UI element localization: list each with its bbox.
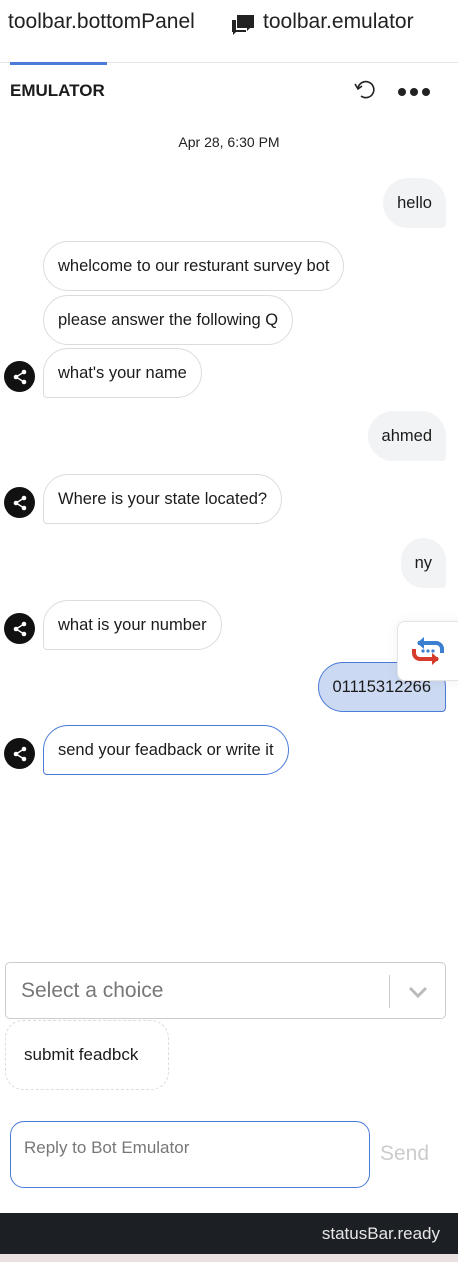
bot-avatar-share-icon (4, 361, 35, 392)
tab-bottom-panel[interactable]: toolbar.bottomPanel (8, 10, 195, 34)
send-button[interactable]: Send (380, 1142, 429, 1166)
more-icon[interactable] (396, 85, 432, 103)
bot-avatar-share-icon (4, 738, 35, 769)
bot-avatar-share-icon (4, 613, 35, 644)
emulator-title: EMULATOR (10, 81, 105, 100)
active-tab-indicator (10, 62, 107, 65)
bottom-strip (0, 1254, 458, 1262)
bot-message-selected[interactable]: send your feadback or write it (43, 725, 289, 775)
choice-select[interactable]: Select a choice (5, 962, 446, 1019)
select-separator (389, 975, 390, 1008)
bot-message: Where is your state located? (43, 474, 283, 524)
bot-message: whelcome to our resturant survey bot (43, 241, 345, 291)
chat-refresh-icon[interactable] (397, 621, 458, 681)
chat-bubbles-icon (230, 12, 256, 43)
restart-icon[interactable] (353, 78, 377, 107)
reply-input[interactable]: Reply to Bot Emulator (10, 1121, 370, 1188)
user-message: ny (400, 538, 446, 588)
bot-avatar-share-icon (4, 487, 35, 518)
user-message: hello (383, 178, 446, 228)
bot-message: please answer the following Q (43, 295, 294, 345)
chevron-down-icon[interactable] (408, 985, 428, 1003)
status-bar: statusBar.ready (0, 1213, 458, 1254)
bot-message: what's your name (43, 348, 202, 398)
tab-emulator[interactable]: toolbar.emulator (263, 10, 414, 34)
chat-timestamp: Apr 28, 6:30 PM (178, 134, 280, 150)
submit-feedback-button[interactable]: submit feadbck (5, 1020, 169, 1090)
status-text: statusBar.ready (321, 1224, 440, 1243)
user-message: ahmed (367, 411, 446, 461)
bot-message: what is your number (43, 600, 222, 650)
choice-select-placeholder: Select a choice (21, 979, 164, 1002)
